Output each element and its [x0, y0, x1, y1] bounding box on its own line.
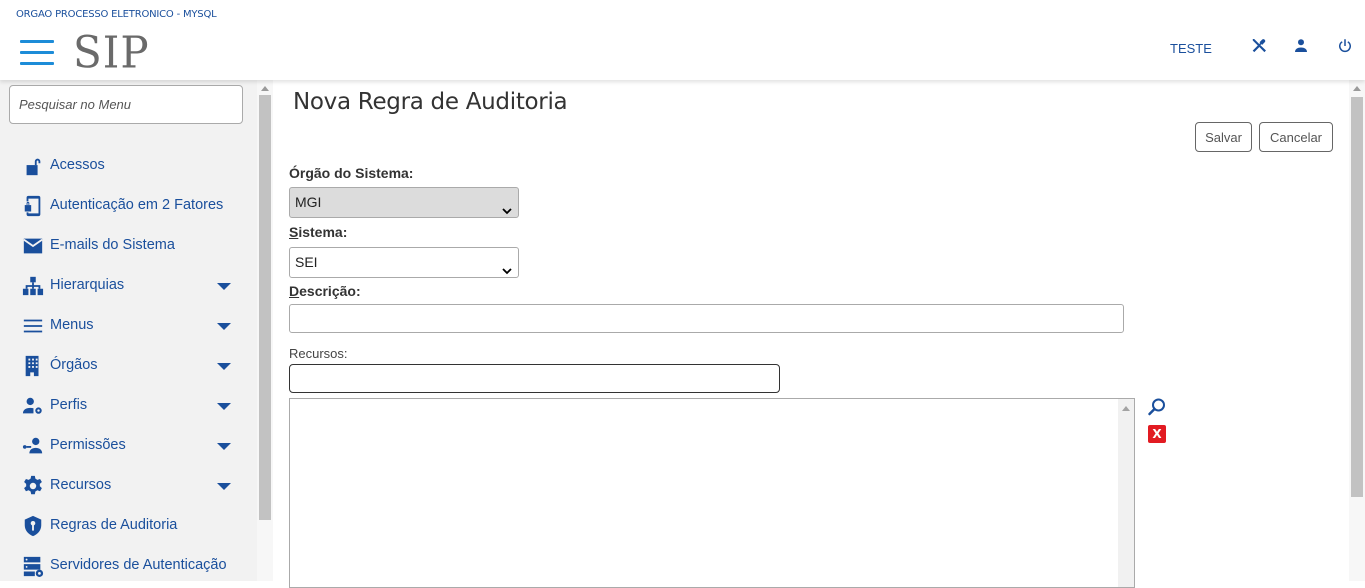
tools-icon[interactable]: [1250, 37, 1268, 55]
sidebar-item-regras-auditoria[interactable]: Regras de Auditoria: [0, 505, 257, 545]
shield-key-icon: [22, 515, 44, 537]
sidebar-item-label: Permissões: [50, 437, 126, 453]
sidebar-item-menus[interactable]: Menus: [0, 305, 257, 345]
sidebar-item-label: Perfis: [50, 397, 88, 413]
scroll-up-arrow-icon[interactable]: [1353, 86, 1361, 91]
scrollbar-thumb[interactable]: [259, 95, 271, 520]
remove-icon[interactable]: X: [1148, 425, 1166, 443]
descricao-input[interactable]: [289, 304, 1124, 333]
sistema-selected-value: SEI: [295, 254, 318, 270]
sidebar-item-label: Autenticação em 2 Fatores: [50, 197, 224, 213]
phone-lock-icon: [22, 195, 44, 217]
sidebar-item-label: Hierarquias: [50, 277, 125, 293]
scrollbar-thumb[interactable]: [1351, 97, 1363, 497]
orgao-label: Órgão do Sistema:: [289, 165, 414, 181]
sidebar-item-emails-sistema[interactable]: E-mails do Sistema: [0, 225, 257, 265]
chevron-down-icon[interactable]: [217, 443, 231, 450]
user-gear-icon: [22, 395, 44, 417]
envelope-icon: [22, 235, 44, 257]
sip-logo: SIP: [73, 26, 150, 79]
sidebar-scrollbar[interactable]: [257, 80, 273, 581]
descricao-label: Descrição:: [289, 283, 361, 299]
sidebar: Acessos Autenticação em 2 Fatores E-mail…: [0, 80, 257, 581]
chevron-down-icon[interactable]: [217, 283, 231, 290]
recursos-label: Recursos:: [289, 346, 348, 361]
user-icon[interactable]: [1292, 37, 1310, 55]
recursos-list-scrollbar[interactable]: [1118, 399, 1134, 587]
save-button[interactable]: Salvar: [1195, 122, 1252, 152]
sidebar-item-hierarquias[interactable]: Hierarquias: [0, 265, 257, 305]
orgao-select[interactable]: MGI: [289, 187, 519, 218]
hamburger-menu-icon[interactable]: [20, 40, 54, 68]
recursos-input[interactable]: [289, 364, 780, 393]
chevron-down-icon[interactable]: [217, 363, 231, 370]
power-icon[interactable]: [1336, 37, 1354, 55]
orgao-selected-value: MGI: [295, 194, 322, 210]
sidebar-item-servidores-autenticacao[interactable]: Servidores de Autenticação: [0, 545, 257, 585]
sidebar-item-autenticacao-2-fatores[interactable]: Autenticação em 2 Fatores: [0, 185, 257, 225]
top-header: ORGAO PROCESSO ELETRONICO - MYSQL SIP TE…: [0, 0, 1365, 80]
menu-search-input[interactable]: [9, 85, 243, 124]
chevron-down-icon: [502, 257, 512, 275]
search-icon[interactable]: [1147, 397, 1167, 417]
chevron-down-icon[interactable]: [217, 323, 231, 330]
page-scrollbar[interactable]: [1349, 80, 1365, 581]
page-title: Nova Regra de Auditoria: [293, 89, 568, 115]
sidebar-item-label: Recursos: [50, 477, 112, 493]
recursos-list-box[interactable]: [289, 398, 1135, 588]
server-icon: [22, 555, 44, 577]
sistema-label: Sistema:: [289, 224, 348, 240]
scroll-up-arrow-icon[interactable]: [1122, 406, 1130, 411]
sitemap-icon: [22, 275, 44, 297]
sidebar-item-permissoes[interactable]: Permissões: [0, 425, 257, 465]
unlock-icon: [22, 155, 44, 177]
sidebar-item-label: Regras de Auditoria: [50, 517, 178, 533]
scroll-up-arrow-icon[interactable]: [261, 86, 269, 91]
sidebar-item-orgaos[interactable]: Órgãos: [0, 345, 257, 385]
sidebar-item-label: E-mails do Sistema: [50, 237, 175, 253]
cancel-button[interactable]: Cancelar: [1259, 122, 1333, 152]
chevron-down-icon: [502, 197, 512, 215]
gear-icon: [22, 475, 44, 497]
user-key-icon: [22, 435, 44, 457]
sidebar-item-recursos[interactable]: Recursos: [0, 465, 257, 505]
sidebar-item-label: Servidores de Autenticação: [50, 557, 227, 573]
org-name: ORGAO PROCESSO ELETRONICO - MYSQL: [16, 9, 217, 20]
sidebar-item-perfis[interactable]: Perfis: [0, 385, 257, 425]
chevron-down-icon[interactable]: [217, 483, 231, 490]
list-icon: [22, 315, 44, 337]
sidebar-item-label: Acessos: [50, 157, 105, 173]
building-icon: [22, 355, 44, 377]
chevron-down-icon[interactable]: [217, 403, 231, 410]
sistema-select[interactable]: SEI: [289, 247, 519, 278]
sidebar-item-acessos[interactable]: Acessos: [0, 145, 257, 185]
user-name-link[interactable]: TESTE: [1170, 41, 1212, 56]
sidebar-item-label: Órgãos: [50, 357, 98, 373]
sidebar-item-label: Menus: [50, 317, 94, 333]
